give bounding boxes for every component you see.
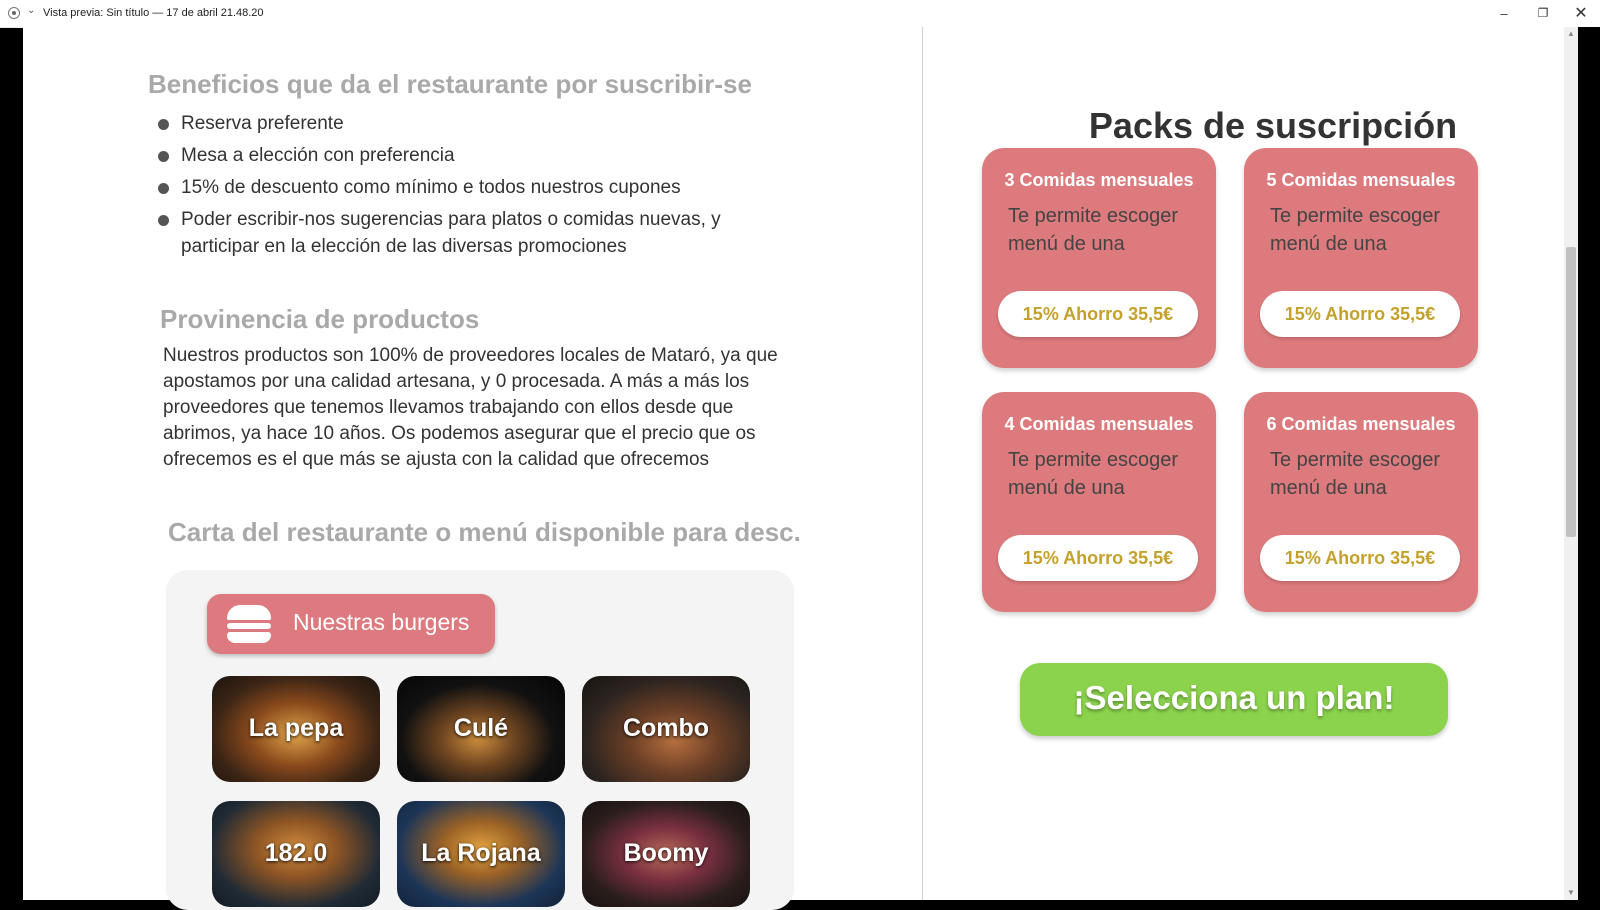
burger-name: La Rojana — [421, 839, 541, 867]
list-item: Poder escribir-nos sugerencias para plat… — [155, 206, 775, 260]
list-item: Reserva preferente — [155, 110, 775, 137]
menu-title: Carta del restaurante o menú disponible … — [168, 517, 801, 547]
packs-title: Packs de suscripción — [1088, 105, 1458, 146]
burger-tile-182[interactable]: 182.0 — [212, 801, 380, 907]
pack-price-button[interactable]: 15% Ahorro 35,5€ — [998, 535, 1198, 581]
maximize-button[interactable]: ❐ — [1524, 0, 1562, 27]
document-page: Beneficios que da el restaurante por sus… — [23, 27, 1564, 910]
pack-card-5[interactable]: 5 Comidas mensuales Te permite escoger m… — [1244, 148, 1478, 368]
provenance-text: Nuestros productos son 100% de proveedor… — [163, 345, 778, 470]
pack-title: 5 Comidas mensuales — [1266, 170, 1456, 190]
scroll-thumb[interactable] — [1566, 247, 1576, 537]
benefit-text: Mesa a elección con preferencia — [181, 145, 455, 166]
close-button[interactable]: ✕ — [1562, 0, 1600, 27]
benefit-text: Reserva preferente — [181, 113, 344, 134]
window-titlebar: ⌄ Vista previa: Sin título — 17 de abril… — [0, 0, 1600, 28]
benefit-text: 15% de descuento como mínimo e todos nue… — [181, 177, 681, 198]
pack-description: Te permite escoger menú de una — [1008, 205, 1179, 255]
pack-description: Te permite escoger menú de una — [1008, 449, 1179, 499]
pack-description: Te permite escoger menú de una — [1270, 205, 1441, 255]
pack-card-4[interactable]: 4 Comidas mensuales Te permite escoger m… — [982, 392, 1216, 612]
window-edge — [1578, 27, 1600, 900]
bullet-icon — [158, 183, 169, 194]
bullet-icon — [158, 151, 169, 162]
burger-tile-boomy[interactable]: Boomy — [582, 801, 750, 907]
list-item: 15% de descuento como mínimo e todos nue… — [155, 174, 775, 201]
benefits-title: Beneficios que da el restaurante por sus… — [148, 69, 752, 99]
bullet-icon — [158, 215, 169, 226]
pack-card-3[interactable]: 3 Comidas mensuales Te permite escoger m… — [982, 148, 1216, 368]
burger-name: La pepa — [248, 714, 344, 742]
window-title: Vista previa: Sin título — 17 de abril 2… — [43, 7, 264, 19]
burger-name: Boomy — [623, 839, 709, 867]
select-plan-button[interactable]: ¡Selecciona un plan! — [1020, 663, 1448, 736]
burger-name: Culé — [453, 714, 509, 742]
pack-title: 3 Comidas mensuales — [1004, 170, 1194, 190]
provenance-title: Provinencia de productos — [160, 304, 480, 334]
burgers-tab[interactable]: Nuestras burgers — [207, 594, 495, 654]
burger-icon — [227, 605, 271, 643]
pack-card-6[interactable]: 6 Comidas mensuales Te permite escoger m… — [1244, 392, 1478, 612]
pack-price-button[interactable]: 15% Ahorro 35,5€ — [1260, 291, 1460, 337]
pack-title: 4 Comidas mensuales — [1004, 414, 1194, 434]
vertical-scrollbar[interactable]: ▲ ▼ — [1564, 27, 1578, 900]
column-divider — [922, 27, 923, 900]
chevron-down-icon[interactable]: ⌄ — [27, 5, 35, 16]
pack-price-button[interactable]: 15% Ahorro 35,5€ — [998, 291, 1198, 337]
pack-title: 6 Comidas mensuales — [1266, 414, 1456, 434]
benefit-text: Poder escribir-nos sugerencias para plat… — [181, 209, 721, 257]
pack-price-button[interactable]: 15% Ahorro 35,5€ — [1260, 535, 1460, 581]
burger-tile-combo[interactable]: Combo — [582, 676, 750, 782]
bullet-icon — [158, 119, 169, 130]
burger-tile-la-pepa[interactable]: La pepa — [212, 676, 380, 782]
burger-name: 182.0 — [264, 839, 328, 867]
scroll-down-arrow-icon[interactable]: ▼ — [1564, 886, 1578, 900]
burger-tile-la-rojana[interactable]: La Rojana — [397, 801, 565, 907]
minimize-button[interactable]: – — [1485, 0, 1523, 27]
scroll-up-arrow-icon[interactable]: ▲ — [1564, 27, 1578, 41]
list-item: Mesa a elección con preferencia — [155, 142, 775, 169]
burger-tile-cule[interactable]: Culé — [397, 676, 565, 782]
benefits-list: Reserva preferente Mesa a elección con p… — [155, 110, 775, 265]
menu-card: Nuestras burgers La pepa Culé Combo 182.… — [166, 570, 794, 910]
burger-name: Combo — [622, 714, 710, 742]
app-icon — [8, 7, 20, 19]
pack-description: Te permite escoger menú de una — [1270, 449, 1441, 499]
burgers-tab-label: Nuestras burgers — [293, 609, 470, 635]
